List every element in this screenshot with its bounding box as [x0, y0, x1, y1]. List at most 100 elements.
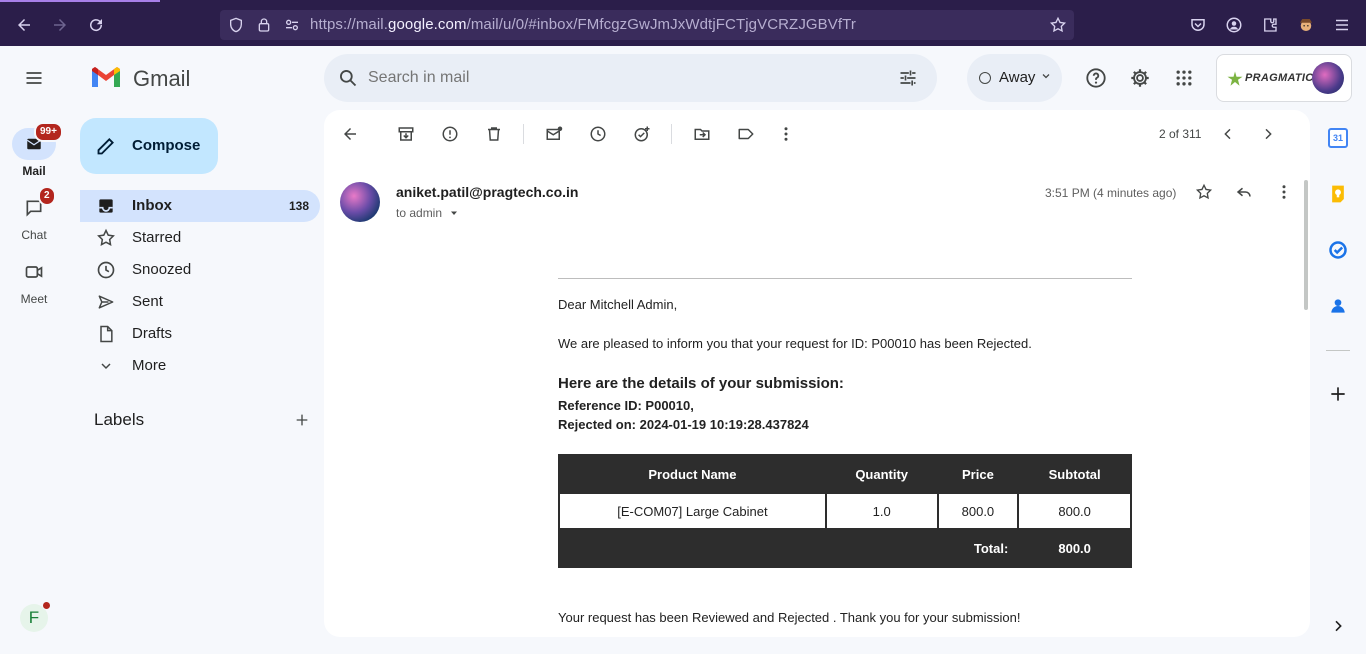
email-timestamp: 3:51 PM (4 minutes ago) — [1045, 186, 1177, 200]
inbox-count: 138 — [289, 199, 310, 213]
search-input[interactable] — [368, 66, 868, 90]
side-panel-divider — [1326, 350, 1350, 351]
table-cell: [E-COM07] Large Cabinet — [560, 494, 825, 528]
calendar-icon[interactable]: 31 — [1328, 128, 1348, 148]
clock-icon — [96, 260, 116, 280]
sidebar-item-drafts[interactable] — [80, 318, 320, 350]
label-tag-icon[interactable] — [734, 122, 758, 146]
total-value: 800.0 — [1019, 530, 1130, 566]
table-header-cell: Quantity — [855, 466, 909, 482]
rail-chat[interactable]: 2 Chat — [0, 186, 68, 242]
sidebar-item-label: Starred — [132, 229, 182, 246]
table-header-cell: Price — [962, 466, 994, 482]
sender-email[interactable]: aniket.patil@pragtech.co.in — [396, 184, 578, 200]
report-spam-icon[interactable] — [438, 122, 462, 146]
support-icon[interactable] — [1084, 66, 1108, 90]
status-away-icon — [979, 72, 991, 84]
compose-label: Compose — [132, 137, 201, 154]
back-icon[interactable] — [12, 13, 36, 37]
org-logo-text: Pragmatic — [1245, 72, 1314, 84]
table-cell: 800.0 — [938, 494, 1018, 528]
star-message-icon[interactable] — [1192, 180, 1216, 204]
archive-icon[interactable] — [394, 122, 418, 146]
search-icon[interactable] — [336, 66, 360, 90]
sidebar-item-label: Sent — [132, 293, 163, 310]
browser-menu-icon[interactable] — [1330, 13, 1354, 37]
older-chevron-right-icon[interactable] — [1256, 122, 1280, 146]
mark-unread-icon[interactable] — [542, 122, 566, 146]
chevron-down-icon — [98, 358, 114, 374]
account-icon[interactable] — [1222, 13, 1246, 37]
scrollbar-thumb[interactable] — [1304, 180, 1308, 310]
sidebar-item-sent[interactable] — [80, 286, 320, 318]
rejected-line: Rejected on: 2024-01-19 10:19:28.437824 — [558, 417, 809, 432]
contacts-icon[interactable] — [1328, 296, 1348, 316]
add-label-icon[interactable] — [290, 408, 314, 432]
delete-trash-icon[interactable] — [482, 122, 506, 146]
settings-gear-icon[interactable] — [1128, 66, 1152, 90]
newer-chevron-left-icon[interactable] — [1216, 122, 1240, 146]
table-header-cell: Product Name — [648, 466, 737, 482]
gmail-logo-icon[interactable] — [90, 64, 122, 90]
rail-chat-label: Chat — [21, 228, 47, 242]
shield-icon[interactable] — [224, 13, 248, 37]
keep-icon[interactable] — [1328, 184, 1348, 204]
extension-character-icon[interactable] — [1294, 13, 1318, 37]
draft-file-icon — [96, 324, 116, 344]
message-more-icon[interactable] — [1272, 180, 1296, 204]
reload-icon[interactable] — [84, 13, 108, 37]
user-avatar[interactable] — [1312, 62, 1344, 94]
move-to-icon[interactable] — [690, 122, 714, 146]
body-divider — [558, 278, 1132, 279]
table-cell: 1.0 — [826, 494, 937, 528]
sidebar-item-snoozed[interactable] — [80, 254, 320, 286]
active-tab-indicator — [0, 0, 160, 2]
rail-mail-label: Mail — [22, 164, 46, 178]
table-header-cell: Subtotal — [1048, 466, 1101, 482]
extensions-icon[interactable] — [1258, 13, 1282, 37]
forward-icon[interactable] — [48, 13, 72, 37]
add-to-tasks-icon[interactable] — [630, 122, 654, 146]
status-label: Away — [999, 69, 1036, 86]
back-to-inbox-icon[interactable] — [338, 122, 362, 146]
pocket-icon[interactable] — [1186, 13, 1210, 37]
sidebar-item-inbox[interactable] — [80, 190, 320, 222]
pragmatic-logo-icon — [1226, 70, 1244, 88]
details-heading: Here are the details of your submission: — [558, 375, 844, 392]
rail-meet[interactable]: Meet — [0, 256, 68, 306]
recipient-line: to admin — [396, 206, 443, 220]
expand-panel-chevron-icon[interactable] — [1330, 618, 1346, 634]
rail-meet-label: Meet — [20, 292, 48, 306]
labels-heading: Labels — [94, 410, 145, 429]
sidebar-item-more[interactable] — [80, 350, 320, 382]
pencil-icon — [96, 136, 116, 156]
email-closing: Your request has been Reviewed and Rejec… — [558, 610, 1021, 625]
tasks-icon[interactable] — [1328, 240, 1348, 260]
gmail-logo-text[interactable]: Gmail — [133, 66, 190, 92]
sidebar-item-label: Snoozed — [132, 261, 192, 278]
email-greeting: Dear Mitchell Admin, — [558, 297, 678, 312]
sidebar-item-label: Inbox — [132, 197, 172, 214]
lock-icon[interactable] — [252, 13, 276, 37]
star-icon — [96, 228, 116, 248]
bookmark-star-icon[interactable] — [1046, 13, 1070, 37]
profile-status-dot — [42, 601, 51, 610]
toolbar-divider — [671, 124, 672, 144]
main-menu-icon[interactable] — [22, 66, 46, 90]
reply-icon[interactable] — [1232, 180, 1256, 204]
email-intro: We are pleased to inform you that your r… — [558, 336, 1032, 351]
snooze-clock-icon[interactable] — [586, 122, 610, 146]
search-options-icon[interactable] — [896, 66, 920, 90]
more-options-icon[interactable] — [774, 122, 798, 146]
recipient-details-dropdown-icon[interactable] — [448, 207, 460, 219]
url-text[interactable]: https://mail.google.com/mail/u/0/#inbox/… — [310, 16, 856, 33]
add-addon-icon[interactable] — [1328, 384, 1348, 404]
rail-mail[interactable]: 99+ Mail — [0, 122, 68, 178]
site-permissions-icon[interactable] — [280, 13, 304, 37]
sender-avatar[interactable] — [340, 182, 380, 222]
sidebar-item-starred[interactable] — [80, 222, 320, 254]
toolbar-divider — [523, 124, 524, 144]
sidebar-item-label: More — [132, 357, 167, 374]
table-total-row: Total: 800.0 — [560, 530, 1130, 566]
google-apps-icon[interactable] — [1172, 66, 1196, 90]
